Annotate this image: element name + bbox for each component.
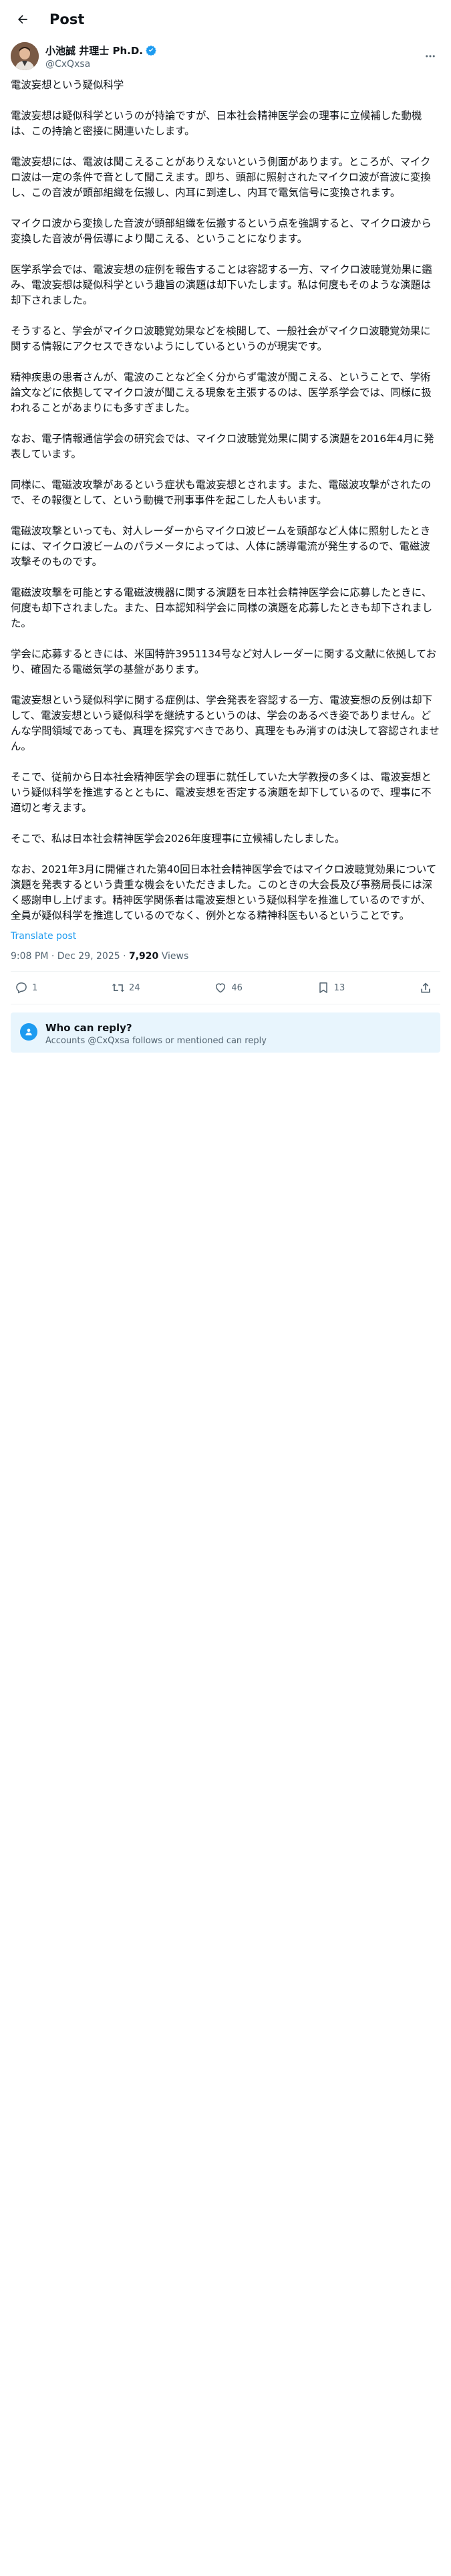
arrow-left-icon	[18, 15, 27, 24]
share-button[interactable]	[419, 981, 436, 994]
like-count: 46	[231, 982, 243, 993]
post-paragraph: なお、電子情報通信学会の研究会では、マイクロ波聴覚効果に関する演題を2016年4…	[11, 433, 434, 460]
post-paragraph: 電波妄想には、電波は聞こえることがありえないという側面があります。ところが、マイ…	[11, 156, 431, 199]
reply-restriction-text: Who can reply? Accounts @CxQxsa follows …	[45, 1022, 267, 1046]
post-paragraph: 同様に、電磁波攻撃があるという症状も電波妄想とされます。また、電磁波攻撃がされた…	[11, 479, 432, 506]
author-handle[interactable]: @CxQxsa	[45, 59, 420, 70]
post-paragraph: そこで、従前から日本社会精神医学会の理事に就任していた大学教授の多くは、電波妄想…	[11, 771, 432, 814]
post-paragraph: 電波妄想という疑似科学	[11, 79, 124, 91]
post-paragraph: 医学系学会では、電波妄想の症例を報告することは容認する一方、マイクロ波聴覚効果に…	[11, 263, 432, 306]
views-count: 7,920	[129, 951, 159, 962]
like-button[interactable]: 46	[214, 981, 243, 994]
mention-user-icon	[20, 1023, 37, 1041]
post-meta: 9:08 PM · Dec 29, 2025 · 7,920 Views	[0, 942, 451, 971]
reply-restriction-subtitle: Accounts @CxQxsa follows or mentioned ca…	[45, 1036, 267, 1046]
page-title: Post	[49, 11, 85, 27]
post-paragraph: 学会に応募するときには、米国特許3951134号など対人レーダーに関する文献に依…	[11, 648, 437, 675]
author-avatar[interactable]	[11, 42, 39, 70]
post-paragraph: マイクロ波から変換した音波が頭部組織を伝搬するという点を強調すると、マイクロ波か…	[11, 217, 432, 245]
reply-restriction-title: Who can reply?	[45, 1022, 132, 1034]
share-icon	[421, 982, 430, 993]
translate-post-link[interactable]: Translate post	[0, 931, 451, 942]
name-line: 小池誠 井理士 Ph.D.	[45, 43, 420, 58]
more-horizontal-icon	[426, 55, 435, 58]
back-button[interactable]	[11, 7, 35, 31]
reply-button[interactable]: 1	[15, 981, 37, 994]
heart-icon	[216, 983, 226, 993]
post-paragraph: そうすると、学会がマイクロ波聴覚効果などを検閲して、一般社会がマイクロ波聴覚効果…	[11, 325, 431, 352]
post-paragraph: 電磁波攻撃を可能とする電磁波機器に関する演題を日本社会精神医学会に応募したときに…	[11, 586, 433, 629]
post-paragraph: 電波妄想という疑似科学に関する症例は、学会発表を容認する一方、電波妄想の反例は却…	[11, 694, 440, 752]
more-options-button[interactable]	[420, 46, 440, 66]
reply-icon	[16, 982, 27, 994]
reply-restriction-notice: Who can reply? Accounts @CxQxsa follows …	[11, 1012, 440, 1053]
action-bar: 1 24 46 13	[11, 971, 440, 1004]
repost-button[interactable]: 24	[112, 981, 140, 994]
post-paragraph: なお、2021年3月に開催された第40回日本社会精神医学会ではマイクロ波聴覚効果…	[11, 863, 437, 922]
verified-badge-icon	[146, 45, 156, 56]
views-label: Views	[158, 951, 189, 962]
reply-count: 1	[32, 982, 38, 993]
author-display-name[interactable]: 小池誠 井理士 Ph.D.	[45, 43, 143, 58]
post-page: Post 小池誠 井理士 Ph.D. @CxQxsa 電波妄想という疑似科学 電…	[0, 0, 451, 2576]
author-info: 小池誠 井理士 Ph.D. @CxQxsa	[45, 43, 420, 70]
repost-count: 24	[129, 982, 140, 993]
header-bar: Post	[0, 0, 451, 39]
post-timestamp[interactable]: 9:08 PM · Dec 29, 2025 ·	[11, 951, 129, 962]
post-paragraph: 電磁波攻撃といっても、対人レーダーからマイクロ波ビームを頭部など人体に照射したと…	[11, 525, 431, 568]
post-paragraph: 精神疾患の患者さんが、電波のことなど全く分からず電波が聞こえる、ということで、学…	[11, 371, 432, 414]
post-paragraph: そこで、私は日本社会精神医学会2026年度理事に立候補したしました。	[11, 833, 345, 845]
bookmark-icon	[319, 982, 327, 993]
repost-icon	[112, 983, 125, 992]
author-row: 小池誠 井理士 Ph.D. @CxQxsa	[0, 39, 451, 71]
post-body: 電波妄想という疑似科学 電波妄想は疑似科学というのが持論ですが、日本社会精神医学…	[0, 71, 451, 924]
bookmark-button[interactable]: 13	[317, 981, 345, 994]
bookmark-count: 13	[333, 982, 345, 993]
post-paragraph: 電波妄想は疑似科学というのが持論ですが、日本社会精神医学会の理事に立候補した動機…	[11, 110, 422, 137]
person-avatar-icon	[11, 42, 39, 70]
